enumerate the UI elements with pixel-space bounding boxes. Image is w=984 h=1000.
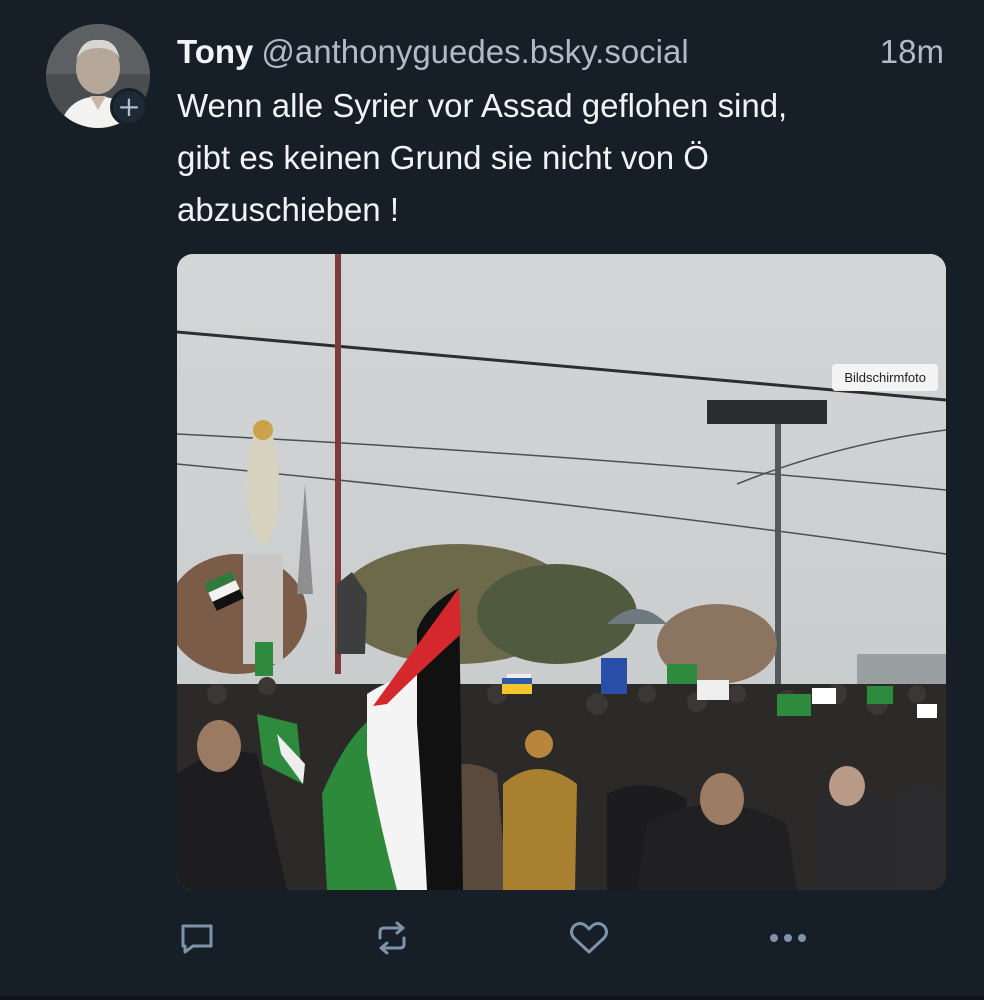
like-button[interactable]	[561, 910, 617, 966]
repost-button[interactable]	[364, 910, 420, 966]
author-handle[interactable]: @anthonyguedes.bsky.social	[261, 33, 688, 70]
post-text-line: abzuschieben !	[177, 191, 399, 228]
author-avatar-wrap[interactable]: +	[46, 24, 150, 128]
protest-photo	[177, 254, 946, 890]
post-timestamp[interactable]: 18m	[880, 28, 944, 76]
author-name[interactable]: Tony	[177, 33, 253, 70]
image-badge: Bildschirmfoto	[832, 364, 938, 391]
like-icon	[570, 922, 608, 954]
follow-plus-button[interactable]: +	[110, 88, 148, 126]
post-text: Wenn alle Syrier vor Assad geflohen sind…	[177, 80, 937, 236]
reply-icon	[181, 924, 213, 954]
post-actions-bar	[177, 910, 944, 966]
reply-button[interactable]	[169, 910, 225, 966]
post-image[interactable]: Bildschirmfoto	[177, 254, 946, 890]
plus-icon: +	[117, 90, 141, 123]
post-text-line: Wenn alle Syrier vor Assad geflohen sind…	[177, 87, 788, 124]
post-header: Tony @anthonyguedes.bsky.social 18m	[177, 28, 944, 76]
post-card: + Tony @anthonyguedes.bsky.social 18m Wen…	[0, 0, 984, 1000]
more-options-icon	[770, 934, 806, 942]
more-options-button[interactable]	[760, 910, 816, 966]
post-text-line: gibt es keinen Grund sie nicht von Ö	[177, 139, 709, 176]
repost-icon	[378, 921, 406, 955]
post-divider	[0, 996, 984, 1000]
